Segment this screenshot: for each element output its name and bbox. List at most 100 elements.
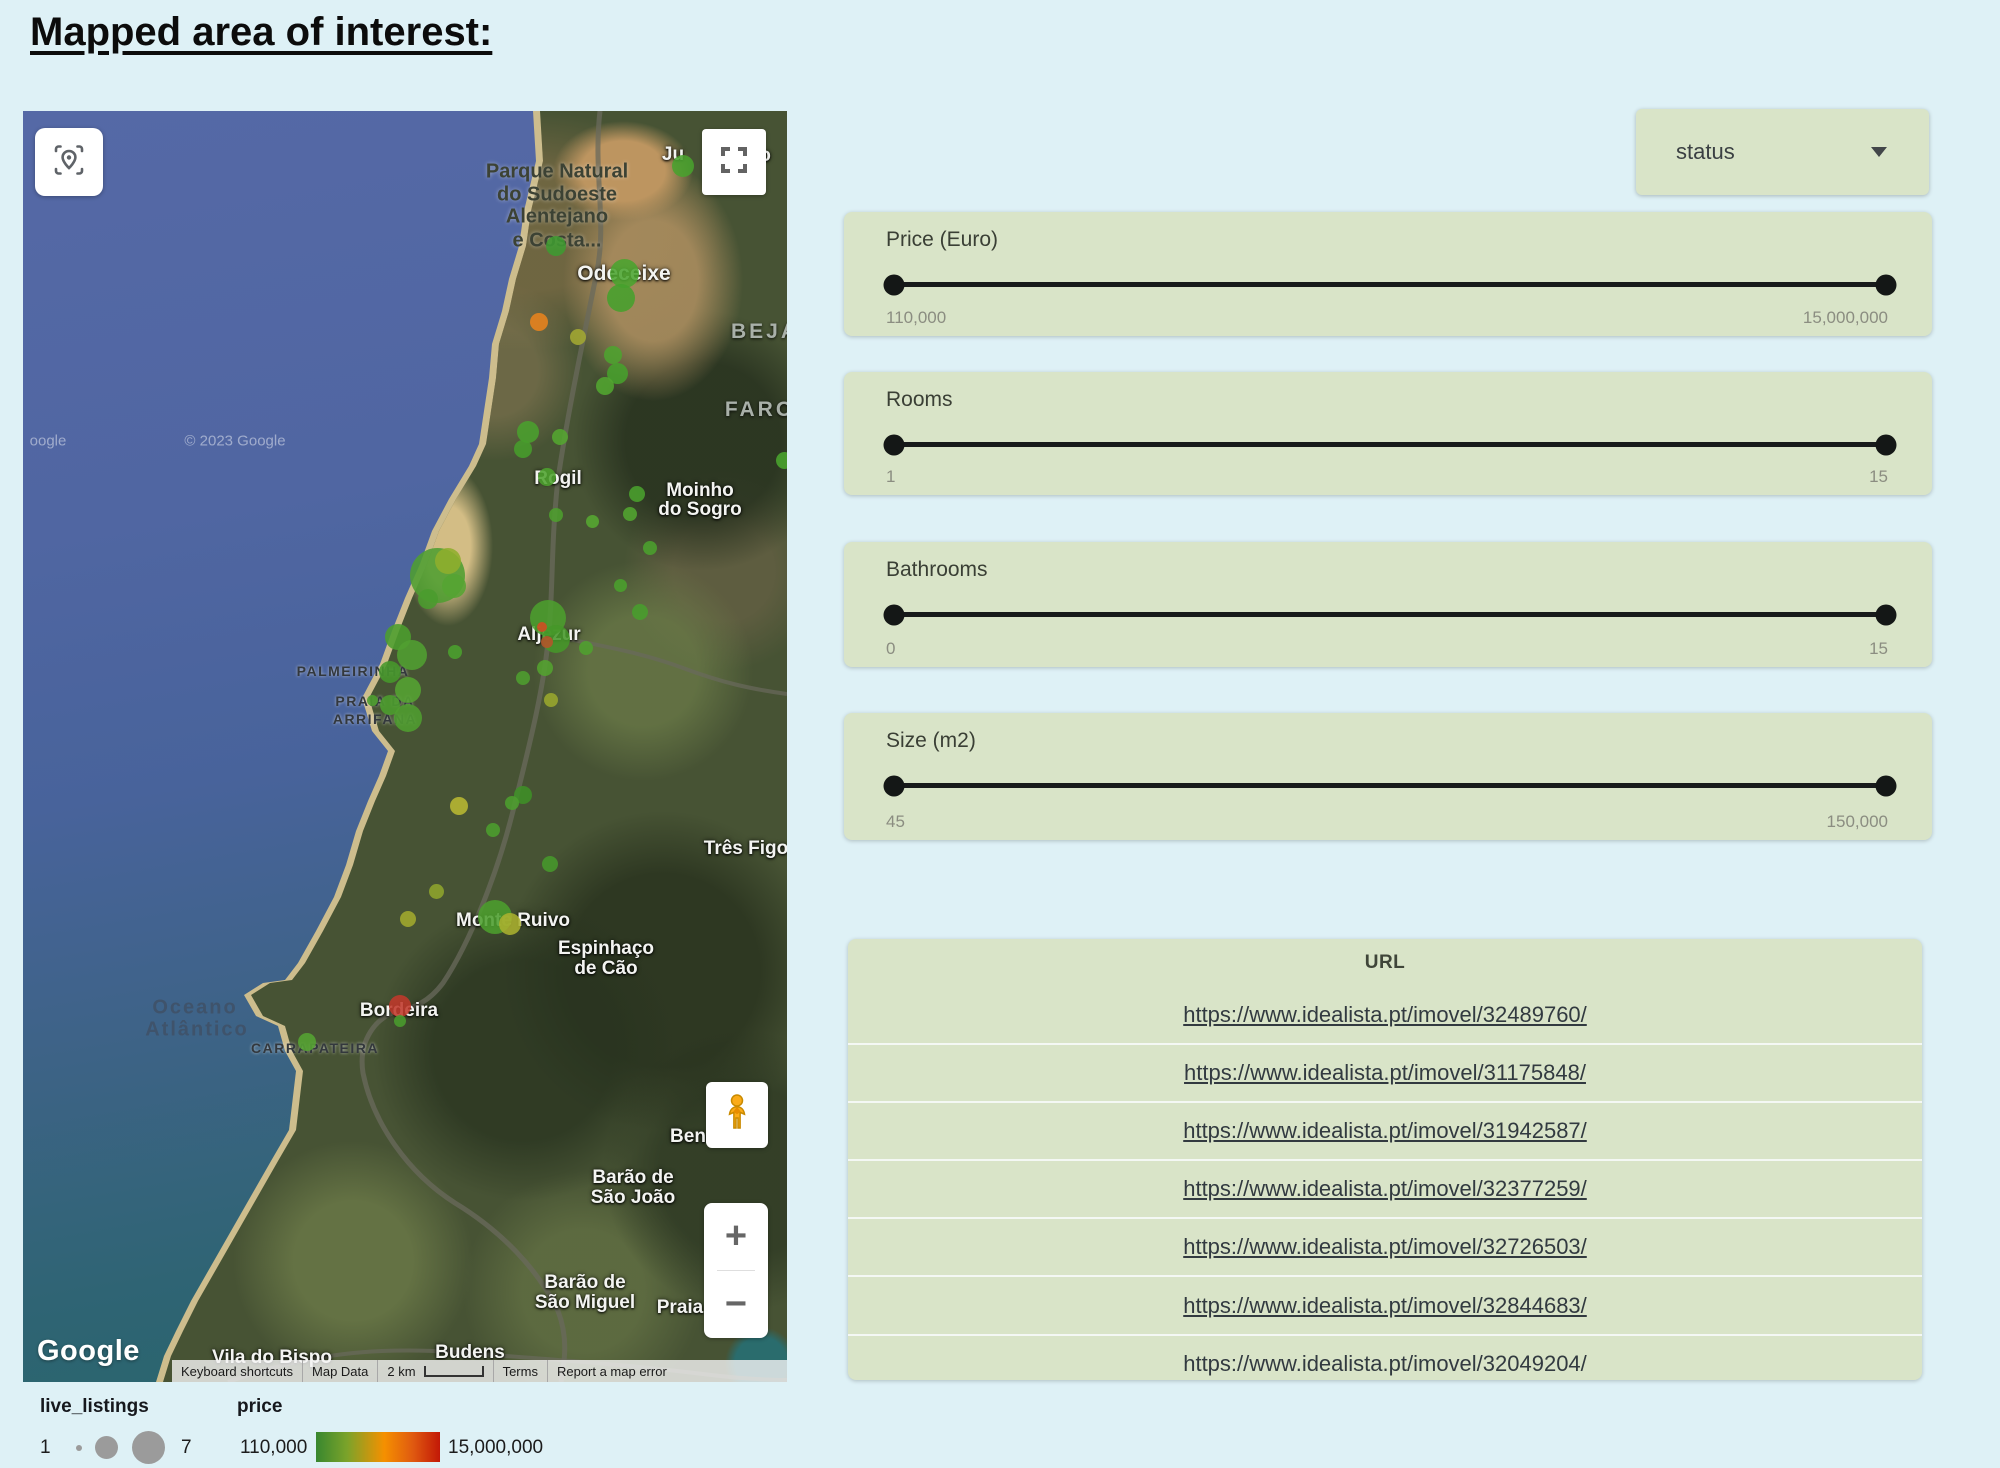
rooms-slider-handle-min[interactable] <box>884 434 905 455</box>
listing-marker[interactable] <box>607 284 635 312</box>
google-logo[interactable]: Google <box>37 1335 140 1368</box>
price-slider-track[interactable] <box>894 282 1886 287</box>
map-label: Ben <box>670 1126 706 1148</box>
report-map-error-link[interactable]: Report a map error <box>547 1360 676 1382</box>
rooms-slider-handle-max[interactable] <box>1876 434 1897 455</box>
listing-marker[interactable] <box>596 377 614 395</box>
listing-marker[interactable] <box>379 661 401 683</box>
table-row: https://www.idealista.pt/imovel/32377259… <box>848 1159 1922 1217</box>
bathrooms-slider-track[interactable] <box>894 612 1886 617</box>
listing-marker[interactable] <box>546 236 566 256</box>
listing-marker[interactable] <box>538 468 556 486</box>
listing-marker[interactable] <box>397 640 427 670</box>
bathrooms-slider-handle-max[interactable] <box>1876 604 1897 625</box>
listing-link[interactable]: https://www.idealista.pt/imovel/32489760… <box>1183 1002 1587 1028</box>
listing-marker[interactable] <box>429 884 444 899</box>
price-legend-max: 15,000,000 <box>448 1437 543 1459</box>
map-label: São João <box>591 1187 675 1209</box>
listing-marker[interactable] <box>394 1015 406 1027</box>
listing-link[interactable]: https://www.idealista.pt/imovel/32377259… <box>1183 1176 1587 1202</box>
status-dropdown-label: status <box>1676 139 1735 165</box>
listing-marker[interactable] <box>629 486 645 502</box>
listing-marker[interactable] <box>435 548 461 574</box>
listing-marker[interactable] <box>499 913 521 935</box>
map[interactable]: Parque Naturaldo SudoesteAlentejanoe Cos… <box>23 111 787 1382</box>
url-table-body: https://www.idealista.pt/imovel/32489760… <box>848 987 1922 1380</box>
rooms-slider-track[interactable] <box>894 442 1886 447</box>
listing-marker[interactable] <box>643 541 657 555</box>
listing-marker[interactable] <box>610 259 639 288</box>
map-label: Atlântico <box>145 1019 249 1042</box>
listing-marker[interactable] <box>549 508 563 522</box>
zoom-out-button[interactable]: − <box>704 1271 768 1338</box>
listing-marker[interactable] <box>418 589 438 609</box>
listing-marker[interactable] <box>514 440 532 458</box>
size-legend-max: 7 <box>181 1437 192 1459</box>
listing-marker[interactable] <box>570 329 586 345</box>
listing-marker[interactable] <box>367 695 378 706</box>
listing-marker[interactable] <box>542 856 558 872</box>
listing-marker[interactable] <box>389 995 411 1017</box>
listing-marker[interactable] <box>394 704 422 732</box>
listing-marker[interactable] <box>672 155 694 177</box>
bathrooms-slider-handle-min[interactable] <box>884 604 905 625</box>
listing-marker[interactable] <box>544 693 558 707</box>
listing-marker[interactable] <box>541 636 553 648</box>
zoom-in-button[interactable]: + <box>704 1203 768 1270</box>
listing-marker[interactable] <box>530 313 548 331</box>
listing-marker[interactable] <box>505 796 519 810</box>
keyboard-shortcuts-link[interactable]: Keyboard shortcuts <box>172 1360 302 1382</box>
listing-link[interactable]: https://www.idealista.pt/imovel/32726503… <box>1183 1234 1587 1260</box>
bathrooms-max-value: 15 <box>1869 639 1888 659</box>
terms-link[interactable]: Terms <box>493 1360 547 1382</box>
size-legend-circle-small <box>76 1445 82 1451</box>
price-slider-handle-max[interactable] <box>1876 274 1897 295</box>
size-slider-handle-min[interactable] <box>884 775 905 796</box>
size-slider-handle-max[interactable] <box>1876 775 1897 796</box>
listing-marker[interactable] <box>537 622 547 632</box>
pegman-button[interactable] <box>706 1082 768 1148</box>
rooms-min-value: 1 <box>886 467 895 487</box>
listing-marker[interactable] <box>395 677 421 703</box>
fullscreen-button[interactable] <box>702 129 766 195</box>
listing-marker[interactable] <box>400 911 416 927</box>
price-slider-handle-min[interactable] <box>884 274 905 295</box>
listing-marker[interactable] <box>448 645 462 659</box>
listing-marker[interactable] <box>442 574 466 598</box>
listing-link[interactable]: https://www.idealista.pt/imovel/31175848… <box>1184 1060 1586 1086</box>
listing-marker[interactable] <box>579 641 593 655</box>
map-label: de Cão <box>574 958 637 980</box>
size-max-value: 150,000 <box>1827 812 1888 832</box>
size-slider-track[interactable] <box>894 783 1886 788</box>
listing-marker[interactable] <box>623 507 637 521</box>
listing-link[interactable]: https://www.idealista.pt/imovel/31942587… <box>1183 1118 1587 1144</box>
map-label: Barão de <box>592 1167 673 1189</box>
price-filter-panel: Price (Euro) 110,000 15,000,000 <box>844 212 1932 336</box>
price-max-value: 15,000,000 <box>1803 308 1888 328</box>
status-dropdown[interactable]: status <box>1636 109 1929 195</box>
size-slider-label: Size (m2) <box>886 729 976 753</box>
listing-marker[interactable] <box>298 1033 316 1051</box>
area-of-interest-button[interactable] <box>35 128 103 196</box>
listing-marker[interactable] <box>776 452 788 469</box>
listing-marker[interactable] <box>632 604 648 620</box>
map-label: do Sogro <box>658 499 741 521</box>
listing-link[interactable]: https://www.idealista.pt/imovel/32844683… <box>1183 1293 1587 1319</box>
map-scale: 2 km <box>377 1360 492 1382</box>
map-data-link[interactable]: Map Data <box>302 1360 377 1382</box>
table-row: https://www.idealista.pt/imovel/32844683… <box>848 1275 1922 1333</box>
table-row: https://www.idealista.pt/imovel/31942587… <box>848 1101 1922 1159</box>
listing-marker[interactable] <box>552 429 568 445</box>
listing-marker[interactable] <box>450 797 468 815</box>
map-label: Parque Natural <box>486 161 628 184</box>
listing-link[interactable]: https://www.idealista.pt/imovel/32049204… <box>1183 1351 1587 1377</box>
listing-marker[interactable] <box>486 823 500 837</box>
map-label: Alentejano <box>506 206 608 229</box>
listing-marker[interactable] <box>537 660 553 676</box>
map-label: São Miguel <box>535 1292 635 1314</box>
listing-marker[interactable] <box>516 671 530 685</box>
listing-marker[interactable] <box>614 579 627 592</box>
rooms-slider-label: Rooms <box>886 388 953 412</box>
listing-marker[interactable] <box>604 346 622 364</box>
listing-marker[interactable] <box>586 515 599 528</box>
